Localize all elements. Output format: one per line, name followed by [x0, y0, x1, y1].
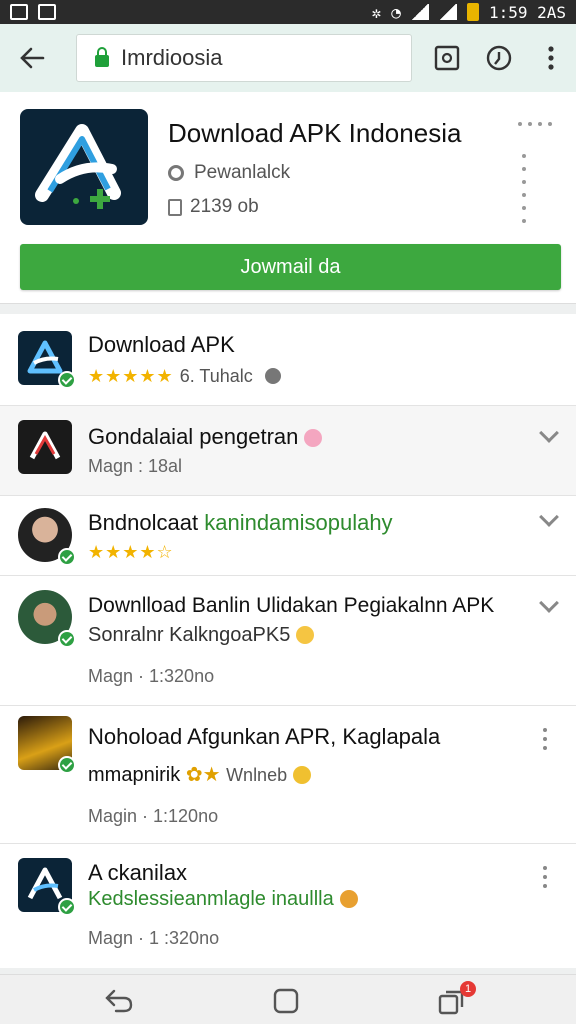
verified-check-icon — [58, 756, 76, 774]
item-title: Gondalaial pengetran — [88, 424, 323, 450]
signal-icon-2 — [438, 4, 457, 20]
item-title-prefix: Bndnolcaat — [88, 510, 199, 535]
item-thumbnail — [18, 420, 72, 474]
list-item[interactable]: Nohoload Afgunkan APR, Kaglapala mmapnir… — [0, 706, 576, 844]
developer-name: Pewanlalck — [194, 162, 291, 183]
item-subtitle: Sonralnr KalkngoaPK5 — [88, 624, 315, 647]
wifi-icon: ◔ — [391, 2, 401, 22]
image-notification-icon — [38, 4, 56, 20]
browser-toolbar: Imrdioosia — [0, 24, 576, 92]
chevron-down-icon[interactable] — [538, 596, 558, 616]
item-title: Nohoload Afgunkan APR, Kaglapala — [88, 724, 441, 749]
heart-icon — [304, 429, 323, 447]
list-item[interactable]: Downlload Banlin Ulidakan Pegiakalnn APK… — [0, 576, 576, 706]
star-emoji-icon: ✿★ — [185, 764, 221, 786]
back-arrow-icon[interactable] — [0, 24, 64, 92]
list-item[interactable]: Gondalaial pengetran Magn : 18al — [0, 406, 576, 496]
app-logo — [20, 109, 148, 225]
system-nav-bar: 1 — [0, 974, 576, 1024]
app-size: 2139 ob — [168, 196, 259, 218]
app-title: Download APK Indonesia — [168, 118, 462, 148]
emoji-icon — [293, 766, 312, 784]
star-rating: ★★★★★ 6. Tuhalc — [88, 366, 281, 387]
notification-icon — [10, 4, 28, 20]
item-menu-icon[interactable] — [543, 866, 547, 888]
item-subtitle: mmapnirik ✿★ Wnlneb — [88, 762, 312, 787]
item-thumbnail — [18, 858, 76, 916]
item-subtitle-text: Kedslessieanmlagle inaullla — [88, 888, 334, 910]
item-thumbnail — [18, 508, 76, 566]
item-title: Downlload Banlin Ulidakan Pegiakalnn APK — [88, 594, 495, 617]
item-meta: Magn · 1 :320no — [88, 928, 220, 948]
chat-icon[interactable] — [484, 43, 514, 73]
download-button[interactable]: Jowmail da — [20, 244, 561, 290]
url-bar[interactable]: Imrdioosia — [76, 34, 412, 82]
item-menu-icon[interactable] — [543, 728, 547, 750]
item-subtitle: Kedslessieanmlagle inaullla — [88, 888, 358, 911]
battery-icon — [466, 3, 479, 21]
item-meta: Magn : 18al — [88, 456, 183, 476]
item-meta: Magn · 1:320no — [88, 666, 215, 686]
lock-icon — [95, 47, 109, 67]
item-title: Download APK — [88, 332, 235, 357]
chevron-down-icon[interactable] — [538, 510, 558, 530]
vertical-dots-icon[interactable] — [522, 154, 526, 223]
more-dots-icon[interactable] — [518, 122, 552, 126]
tab-switcher-icon[interactable] — [432, 43, 462, 73]
file-size-icon — [168, 198, 182, 216]
overflow-menu-icon[interactable] — [536, 43, 566, 73]
item-subtitle-prefix: mmapnirik — [88, 764, 181, 786]
nav-back-icon[interactable] — [104, 987, 134, 1015]
app-list: Download APK ★★★★★ 6. Tuhalc Gondalaial p… — [0, 314, 576, 968]
emoji-icon — [339, 890, 358, 908]
list-item[interactable]: Bndnolcaat kanindamisopulahy ★★★★☆ — [0, 496, 576, 576]
app-developer[interactable]: Pewanlalck — [168, 162, 290, 184]
nav-home-icon[interactable] — [272, 987, 302, 1015]
bug-icon: ✲ — [371, 2, 382, 22]
item-subtitle-text: Sonralnr KalkngoaPK5 — [88, 624, 291, 646]
item-meta: Magin · 1:120no — [88, 806, 219, 826]
item-title: Bndnolcaat kanindamisopulahy — [88, 510, 393, 536]
verified-check-icon — [58, 371, 76, 389]
item-thumbnail — [18, 716, 76, 774]
star-rating: ★★★★☆ — [88, 542, 174, 562]
verified-check-icon — [58, 898, 76, 916]
item-title-highlight: kanindamisopulahy — [204, 510, 393, 535]
status-bar: ✲ ◔ 1:59 2AS — [0, 0, 576, 24]
emoji-icon — [296, 626, 315, 644]
rating-text: 6. Tuhalc — [179, 366, 253, 386]
item-thumbnail — [18, 590, 76, 648]
nav-recents-icon[interactable]: 1 — [438, 981, 476, 1015]
list-item[interactable]: Download APK ★★★★★ 6. Tuhalc — [0, 314, 576, 406]
verified-check-icon — [58, 630, 76, 648]
item-title: A ckanilax — [88, 860, 188, 885]
recents-badge: 1 — [460, 981, 476, 997]
item-subtitle-rest: Wnlneb — [226, 765, 288, 785]
size-text: 2139 ob — [190, 196, 259, 217]
app-card: Download APK Indonesia Pewanlalck 2139 o… — [0, 92, 576, 304]
item-title-text: Gondalaial pengetran — [88, 424, 299, 449]
signal-icon — [410, 4, 429, 20]
status-time: 1:59 2AS — [488, 2, 566, 22]
list-item[interactable]: A ckanilax Kedslessieanmlagle inaullla M… — [0, 844, 576, 968]
verified-check-icon — [58, 548, 76, 566]
globe-icon — [264, 368, 281, 384]
chevron-down-icon[interactable] — [538, 426, 558, 446]
url-text: Imrdioosia — [121, 45, 223, 70]
developer-icon — [168, 165, 184, 181]
item-thumbnail — [18, 331, 76, 389]
